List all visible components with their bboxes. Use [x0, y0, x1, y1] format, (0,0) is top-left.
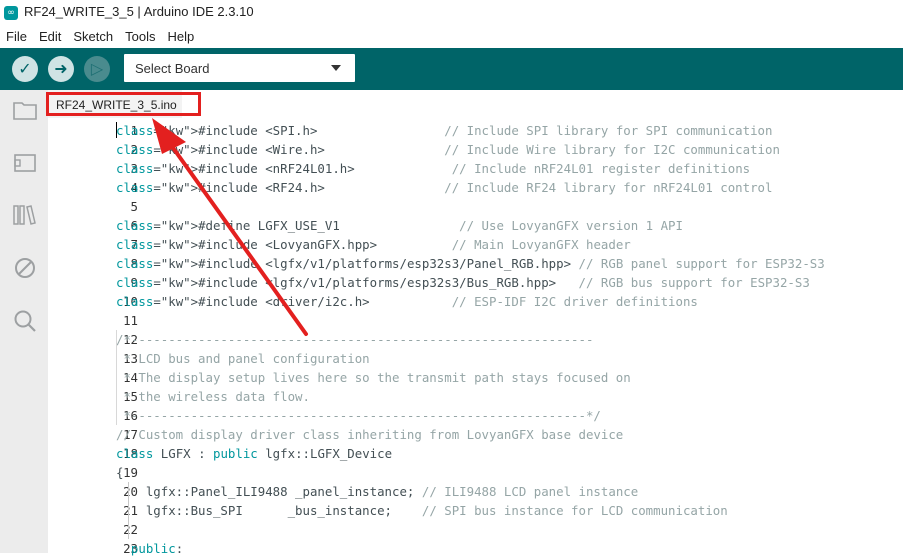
- annotation-arrow-icon: [152, 118, 308, 336]
